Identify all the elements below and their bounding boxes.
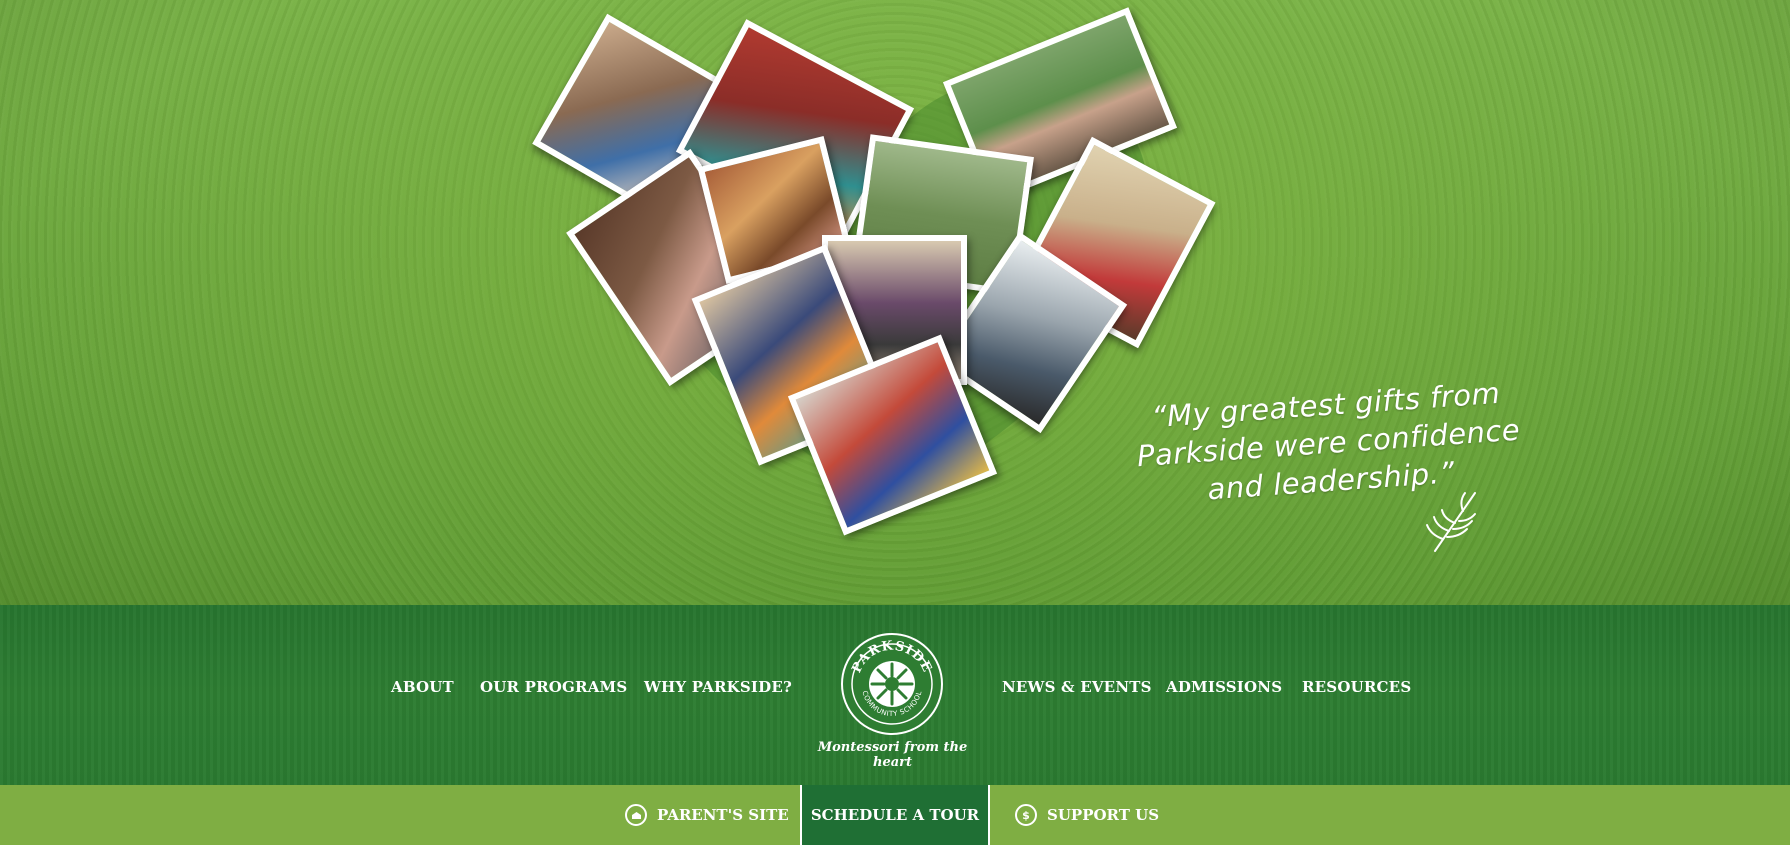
support-us-label: SUPPORT US <box>1047 806 1160 824</box>
nav-about[interactable]: ABOUT <box>391 678 454 696</box>
wheat-sprig-icon <box>1426 492 1476 552</box>
nav-news-events[interactable]: NEWS & EVENTS <box>1002 678 1152 696</box>
dollar-icon: $ <box>1015 804 1037 826</box>
parkside-logo[interactable]: PARKSIDE COMMUNITY SCHOOL <box>840 632 944 736</box>
nav-admissions[interactable]: ADMISSIONS <box>1166 678 1282 696</box>
schedule-tour-label: SCHEDULE A TOUR <box>810 806 980 824</box>
parents-site-icon <box>625 804 647 826</box>
nav-our-programs[interactable]: OUR PROGRAMS <box>480 678 627 696</box>
support-us-link[interactable]: $ SUPPORT US <box>1015 785 1159 845</box>
schedule-tour-button[interactable]: SCHEDULE A TOUR <box>800 785 990 845</box>
nav-why-parkside[interactable]: WHY PARKSIDE? <box>644 678 792 696</box>
logo-tagline: Montessori from the heart <box>817 740 968 770</box>
nav-resources[interactable]: RESOURCES <box>1302 678 1411 696</box>
parents-site-link[interactable]: PARENT'S SITE <box>625 785 789 845</box>
parents-site-label: PARENT'S SITE <box>657 806 789 824</box>
hero-banner: “My greatest gifts from Parkside were co… <box>0 0 1790 605</box>
